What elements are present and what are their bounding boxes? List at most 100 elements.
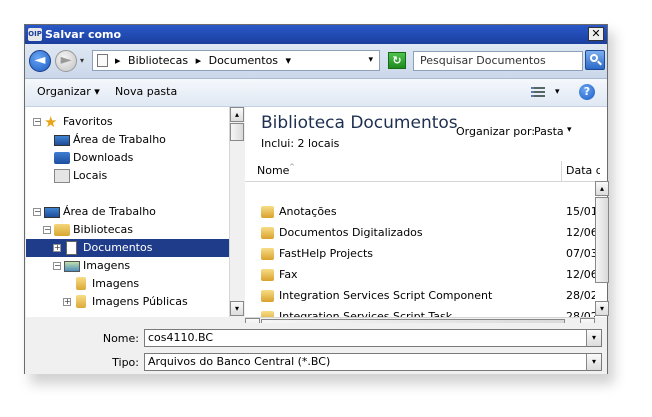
sort-ascending-icon: ^ — [289, 163, 295, 171]
tree-item-desktop-root[interactable]: − Área de Trabalho — [26, 203, 229, 221]
scroll-up-icon[interactable]: ▴ — [595, 181, 609, 196]
tree-item-favoritos[interactable]: − ★ Favoritos — [26, 113, 229, 131]
organize-button[interactable]: Organizar ▾ — [37, 85, 100, 99]
chevron-down-icon[interactable]: ▾ — [586, 330, 601, 346]
tree-item-downloads[interactable]: Downloads — [26, 149, 229, 167]
collapse-toggle[interactable]: − — [43, 226, 51, 234]
tree-item-imagens[interactable]: − Imagens — [26, 257, 229, 275]
places-icon — [54, 169, 70, 183]
tree-item-area-de-trabalho[interactable]: Área de Trabalho — [26, 131, 229, 149]
scroll-thumb[interactable] — [230, 123, 244, 141]
search-input[interactable]: Pesquisar Documentos — [413, 51, 583, 71]
tree-item-label: Imagens — [92, 277, 140, 290]
tree-item-imagens-sub[interactable]: Imagens — [26, 275, 229, 293]
file-type-value: Arquivos do Banco Central (*.BC) — [148, 355, 331, 368]
view-options-icon[interactable] — [531, 87, 545, 98]
file-row[interactable]: Anotações 15/01 — [245, 202, 595, 222]
recent-pages-dropdown-icon[interactable]: ▾ — [80, 56, 84, 65]
scroll-thumb[interactable] — [595, 197, 609, 283]
expand-toggle[interactable]: + — [53, 244, 61, 252]
column-header-name[interactable]: Nome — [257, 164, 289, 177]
file-row[interactable]: Fax 12/06 — [245, 265, 595, 285]
back-arrow-icon[interactable]: ◄ — [29, 50, 51, 72]
library-includes-link[interactable]: Inclui: 2 locais — [261, 137, 339, 150]
folder-icon — [261, 248, 274, 260]
scroll-up-icon[interactable]: ▴ — [230, 107, 244, 122]
folder-icon — [76, 295, 86, 308]
tree-item-imagens-publicas[interactable]: + Imagens Públicas — [26, 293, 229, 311]
tree-item-label: Downloads — [73, 151, 134, 164]
help-icon[interactable]: ? — [579, 84, 595, 100]
file-date: 12/06 — [566, 226, 595, 239]
command-toolbar: Organizar ▾ Nova pasta ▾ ? — [25, 79, 607, 107]
tree-item-label: Bibliotecas — [73, 223, 134, 236]
tree-item-label: Locais — [73, 169, 108, 182]
arrange-by-label: Organizar por: — [456, 125, 536, 138]
expand-toggle[interactable]: + — [63, 298, 71, 306]
breadcrumb-separator[interactable]: ▸ — [115, 54, 121, 67]
tree-item-locais[interactable]: Locais — [26, 167, 229, 185]
refresh-icon[interactable]: ↻ — [388, 52, 406, 69]
save-as-dialog: OIP Salvar como ✕ ◄ ► ▾ ▸ Bibliotecas ▸ … — [24, 24, 609, 374]
breadcrumb: ▸ Bibliotecas ▸ Documentos ▾ — [115, 54, 295, 67]
search-icon[interactable] — [585, 50, 605, 70]
file-row[interactable]: Documentos Digitalizados 12/06 — [245, 223, 595, 243]
search-handle — [597, 60, 602, 66]
tree-item-label: Imagens — [83, 259, 131, 272]
file-date: 12/06 — [566, 268, 595, 281]
file-name: Anotações — [279, 205, 337, 218]
scroll-down-icon[interactable]: ▾ — [230, 301, 244, 316]
save-form: Nome: cos4110.BC ▾ Tipo: Arquivos do Ban… — [25, 323, 607, 374]
chevron-down-icon[interactable]: ▾ — [586, 354, 601, 370]
folder-icon — [261, 227, 274, 239]
breadcrumb-bibliotecas[interactable]: Bibliotecas — [128, 54, 188, 67]
file-row[interactable]: FastHelp Projects 07/03 — [245, 244, 595, 264]
column-header-date[interactable]: Data d — [561, 161, 600, 181]
address-bar[interactable]: ▸ Bibliotecas ▸ Documentos ▾ ▾ — [92, 50, 380, 71]
view-dropdown-icon[interactable]: ▾ — [555, 87, 560, 97]
file-name: Integration Services Script Component — [279, 289, 493, 302]
file-date: 28/02 — [566, 310, 595, 317]
new-folder-button[interactable]: Nova pasta — [115, 85, 177, 99]
file-name-input[interactable]: cos4110.BC ▾ — [144, 329, 602, 347]
file-name-label: Nome: — [102, 332, 139, 345]
file-date: 07/03 — [566, 247, 595, 260]
file-date: 15/01 — [566, 205, 595, 218]
library-title: Biblioteca Documentos — [261, 113, 458, 133]
navigation-pane-scrollbar[interactable]: ▴ ▾ — [229, 107, 245, 317]
collapse-toggle[interactable]: − — [53, 262, 61, 270]
images-icon — [64, 261, 80, 272]
file-date: 28/02 — [566, 289, 595, 302]
breadcrumb-separator[interactable]: ▸ — [196, 54, 202, 67]
library-folder-icon — [54, 224, 70, 236]
file-type-label: Tipo: — [112, 356, 139, 369]
file-row[interactable]: Integration Services Script Component 28… — [245, 286, 595, 306]
monitor-icon — [54, 135, 70, 146]
arrange-by-value[interactable]: Pasta — [534, 125, 564, 138]
tree-item-bibliotecas[interactable]: − Bibliotecas — [26, 221, 229, 239]
file-name: Documentos Digitalizados — [279, 226, 423, 239]
monitor-icon — [44, 207, 60, 218]
file-row[interactable]: Integration Services Script Task 28/02 — [245, 307, 595, 317]
folder-icon — [261, 269, 274, 281]
collapse-toggle[interactable]: − — [33, 208, 41, 216]
scroll-down-icon[interactable]: ▾ — [595, 301, 609, 316]
document-icon — [66, 241, 77, 255]
folder-icon — [261, 290, 274, 302]
title-bar[interactable]: OIP Salvar como ✕ — [25, 25, 607, 44]
file-type-select[interactable]: Arquivos do Banco Central (*.BC) ▾ — [144, 353, 602, 371]
breadcrumb-documentos[interactable]: Documentos — [209, 54, 278, 67]
window-title: Salvar como — [45, 28, 122, 41]
breadcrumb-dropdown[interactable]: ▾ — [286, 54, 292, 67]
file-list-pane: Biblioteca Documentos Inclui: 2 locais O… — [245, 107, 607, 317]
file-list-vertical-scrollbar[interactable]: ▴ ▾ — [595, 181, 609, 317]
forward-arrow-icon[interactable]: ► — [55, 50, 77, 72]
tree-item-documentos[interactable]: + Documentos — [26, 239, 229, 257]
close-icon[interactable]: ✕ — [588, 27, 604, 41]
address-history-dropdown-icon[interactable]: ▾ — [368, 55, 373, 65]
collapse-toggle[interactable]: − — [33, 118, 41, 126]
location-folder-icon — [97, 54, 108, 67]
app-icon: OIP — [28, 28, 42, 41]
folder-icon — [261, 206, 274, 218]
arrange-by-dropdown-icon[interactable]: ▾ — [567, 125, 572, 135]
